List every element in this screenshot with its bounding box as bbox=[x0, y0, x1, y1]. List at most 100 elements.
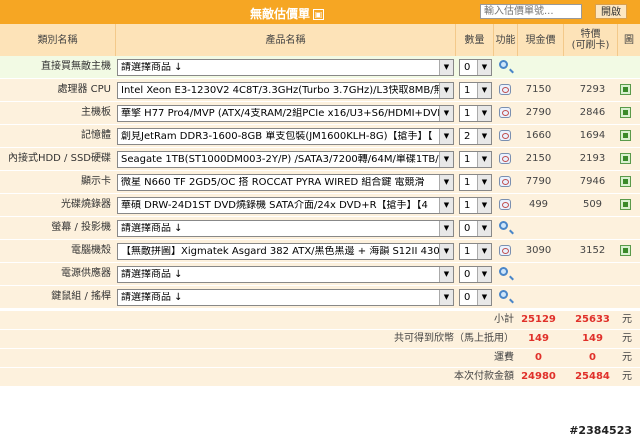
quantity-select[interactable]: 0 ▼ bbox=[459, 220, 492, 237]
summary-cash-value: 0 bbox=[535, 352, 542, 363]
quantity-select[interactable]: 0 ▼ bbox=[459, 266, 492, 283]
chevron-down-icon[interactable]: ▼ bbox=[477, 152, 491, 167]
quantity-select[interactable]: 1 ▼ bbox=[459, 151, 492, 168]
summary-row: 共可得到欣幣（馬上抵用） 149 149 元 bbox=[0, 330, 640, 349]
chevron-down-icon[interactable]: ▼ bbox=[477, 221, 491, 236]
search-icon[interactable] bbox=[499, 267, 513, 281]
search-icon[interactable] bbox=[499, 221, 513, 235]
category-label: 電源供應器 bbox=[61, 268, 111, 279]
quantity-value: 0 bbox=[464, 292, 471, 303]
quantity-select[interactable]: 0 ▼ bbox=[459, 59, 492, 76]
quantity-select[interactable]: 0 ▼ bbox=[459, 289, 492, 306]
image-icon[interactable] bbox=[620, 199, 631, 210]
chevron-down-icon[interactable]: ▼ bbox=[439, 175, 453, 190]
summary-cash-value: 149 bbox=[528, 333, 549, 344]
chevron-down-icon[interactable]: ▼ bbox=[439, 267, 453, 282]
quantity-select[interactable]: 1 ▼ bbox=[459, 105, 492, 122]
chevron-down-icon[interactable]: ▼ bbox=[477, 175, 491, 190]
quantity-value: 2 bbox=[464, 131, 471, 142]
image-icon[interactable] bbox=[620, 176, 631, 187]
product-icon-shape bbox=[499, 153, 511, 164]
product-select[interactable]: 請選擇商品 ↓ ▼ bbox=[117, 266, 454, 283]
quantity-select[interactable]: 1 ▼ bbox=[459, 243, 492, 260]
cart-icon[interactable] bbox=[499, 83, 513, 97]
product-select-value: 創見JetRam DDR3-1600-8GB 單支包裝(JM1600KLH-8G… bbox=[121, 131, 433, 142]
chevron-down-icon[interactable]: ▼ bbox=[439, 290, 453, 305]
search-icon[interactable] bbox=[499, 60, 513, 74]
chevron-down-icon[interactable]: ▼ bbox=[477, 60, 491, 75]
category-label: 鍵鼠組 / 搖桿 bbox=[51, 291, 111, 302]
chevron-down-icon[interactable]: ▼ bbox=[477, 267, 491, 282]
quantity-value: 1 bbox=[464, 200, 471, 211]
quote-number-input[interactable] bbox=[480, 4, 582, 19]
chevron-down-icon[interactable]: ▼ bbox=[477, 244, 491, 259]
summary-special-value: 149 bbox=[582, 333, 603, 344]
quantity-value: 0 bbox=[464, 269, 471, 280]
chevron-down-icon[interactable]: ▼ bbox=[439, 129, 453, 144]
chevron-down-icon[interactable]: ▼ bbox=[439, 83, 453, 98]
search-icon[interactable] bbox=[499, 290, 513, 304]
cart-icon[interactable] bbox=[499, 106, 513, 120]
image-icon[interactable] bbox=[620, 245, 631, 256]
product-select[interactable]: 請選擇商品 ↓ ▼ bbox=[117, 220, 454, 237]
chevron-down-icon[interactable]: ▼ bbox=[477, 106, 491, 121]
special-price: 1694 bbox=[579, 130, 606, 141]
quantity-value: 0 bbox=[464, 223, 471, 234]
summary-special-value: 0 bbox=[589, 352, 596, 363]
product-select[interactable]: Intel Xeon E3-1230V2 4C8T/3.3GHz(Turbo 3… bbox=[117, 82, 454, 99]
product-select-value: 華擎 H77 Pro4/MVP (ATX/4支RAM/2組PCIe x16/U3… bbox=[121, 108, 439, 119]
summary-row: 本次付款金額 24980 25484 元 bbox=[0, 368, 640, 387]
cash-price: 499 bbox=[528, 199, 549, 210]
product-select-value: 【無敵拼圖】Xigmatek Asgard 382 ATX/黑色黑邊 + 海韻 … bbox=[121, 246, 439, 257]
chevron-down-icon[interactable]: ▼ bbox=[439, 244, 453, 259]
cash-price: 2790 bbox=[525, 107, 552, 118]
chevron-down-icon[interactable]: ▼ bbox=[439, 106, 453, 121]
window-icon[interactable]: ▣ bbox=[313, 9, 325, 20]
product-select[interactable]: 華碩 DRW-24D1ST DVD燒錄機 SATA介面/24x DVD+R【搶手… bbox=[117, 197, 454, 214]
chevron-down-icon[interactable]: ▼ bbox=[439, 152, 453, 167]
image-icon[interactable] bbox=[620, 153, 631, 164]
image-icon[interactable] bbox=[620, 107, 631, 118]
chevron-down-icon[interactable]: ▼ bbox=[477, 129, 491, 144]
magnifier-shape bbox=[499, 290, 508, 299]
cart-icon[interactable] bbox=[499, 129, 513, 143]
product-select[interactable]: 創見JetRam DDR3-1600-8GB 單支包裝(JM1600KLH-8G… bbox=[117, 128, 454, 145]
quantity-select[interactable]: 1 ▼ bbox=[459, 174, 492, 191]
product-select[interactable]: 請選擇商品 ↓ ▼ bbox=[117, 289, 454, 306]
quantity-select[interactable]: 1 ▼ bbox=[459, 82, 492, 99]
image-icon[interactable] bbox=[620, 130, 631, 141]
image-icon[interactable] bbox=[620, 84, 631, 95]
product-select[interactable]: 微星 N660 TF 2GD5/OC 搭 ROCCAT PYRA WIRED 組… bbox=[117, 174, 454, 191]
summary-row: 小計 25129 25633 元 bbox=[0, 311, 640, 330]
product-select-value: 請選擇商品 ↓ bbox=[121, 62, 183, 73]
chevron-down-icon[interactable]: ▼ bbox=[477, 83, 491, 98]
cart-icon[interactable] bbox=[499, 244, 513, 258]
currency-unit: 元 bbox=[622, 352, 632, 363]
cart-icon[interactable] bbox=[499, 198, 513, 212]
category-label: 電腦機殼 bbox=[71, 245, 111, 256]
category-label: 光碟燒錄器 bbox=[61, 199, 111, 210]
special-price bbox=[570, 56, 615, 78]
cart-icon[interactable] bbox=[499, 175, 513, 189]
quantity-select[interactable]: 2 ▼ bbox=[459, 128, 492, 145]
chevron-down-icon[interactable]: ▼ bbox=[439, 60, 453, 75]
cash-price: 1660 bbox=[525, 130, 552, 141]
chevron-down-icon[interactable]: ▼ bbox=[477, 290, 491, 305]
quote-sheet: 無敵估價單▣ 開啟 類別名稱 產品名稱 數量 功能 現金價 特價 (可刷卡) 圖… bbox=[0, 0, 640, 418]
product-select[interactable]: 請選擇商品 ↓ ▼ bbox=[117, 59, 454, 76]
product-select[interactable]: 華擎 H77 Pro4/MVP (ATX/4支RAM/2組PCIe x16/U3… bbox=[117, 105, 454, 122]
chevron-down-icon[interactable]: ▼ bbox=[477, 198, 491, 213]
page-title-text: 無敵估價單 bbox=[250, 7, 311, 21]
chevron-down-icon[interactable]: ▼ bbox=[439, 221, 453, 236]
open-quote-button[interactable]: 開啟 bbox=[595, 4, 627, 19]
product-select[interactable]: 【無敵拼圖】Xigmatek Asgard 382 ATX/黑色黑邊 + 海韻 … bbox=[117, 243, 454, 260]
chevron-down-icon[interactable]: ▼ bbox=[439, 198, 453, 213]
special-price: 509 bbox=[582, 199, 603, 210]
table-row: 電源供應器 請選擇商品 ↓ ▼ 0 ▼ bbox=[0, 263, 640, 286]
table-row: 內接式HDD / SSD硬碟 Seagate 1TB(ST1000DM003-2Y… bbox=[0, 148, 640, 171]
product-select[interactable]: Seagate 1TB(ST1000DM003-2Y/P) /SATA3/720… bbox=[117, 151, 454, 168]
quantity-select[interactable]: 1 ▼ bbox=[459, 197, 492, 214]
table-row: 記憶體 創見JetRam DDR3-1600-8GB 單支包裝(JM1600KLH… bbox=[0, 125, 640, 148]
cart-icon[interactable] bbox=[499, 152, 513, 166]
product-select-value: 請選擇商品 ↓ bbox=[121, 223, 183, 234]
